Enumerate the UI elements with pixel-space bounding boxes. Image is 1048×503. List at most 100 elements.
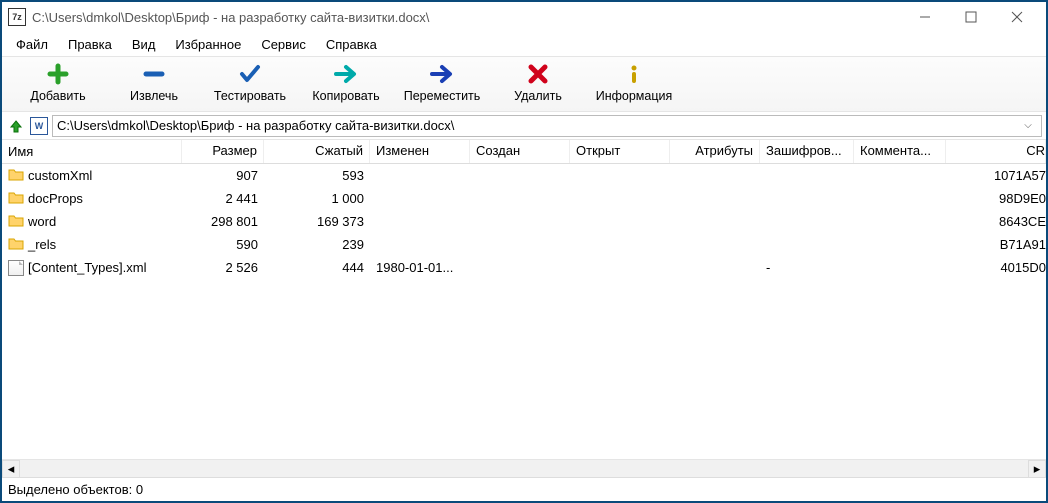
menu-правка[interactable]: Правка	[58, 34, 122, 55]
col-comment[interactable]: Коммента...	[854, 140, 946, 163]
col-packed[interactable]: Сжатый	[264, 140, 370, 163]
word-doc-icon: W	[30, 117, 48, 135]
file-rows: customXml907593 1071A57 docProps2 4411 000…	[2, 164, 1046, 459]
copy-button[interactable]: Копировать	[298, 61, 394, 105]
cell-attr	[670, 220, 760, 224]
table-row[interactable]: _rels590239 B71A91	[2, 233, 1046, 256]
tool-label: Извлечь	[130, 89, 178, 103]
cell-name: _rels	[2, 234, 182, 255]
status-text: Выделено объектов: 0	[8, 482, 143, 497]
cell-packed: 169 373	[264, 212, 370, 231]
cell-modified	[370, 197, 470, 201]
address-dropdown-icon[interactable]: ⌵	[1019, 120, 1037, 131]
table-row[interactable]: docProps2 4411 000 98D9E0	[2, 187, 1046, 210]
table-row[interactable]: [Content_Types].xml2 5264441980-01-01...…	[2, 256, 1046, 279]
table-row[interactable]: word298 801169 3738643CE	[2, 210, 1046, 233]
cell-encrypted: -	[760, 258, 854, 277]
cell-created	[470, 266, 570, 270]
cell-size: 298 801	[182, 212, 264, 231]
up-button[interactable]	[6, 116, 26, 136]
cell-created	[470, 243, 570, 247]
folder-icon	[8, 236, 24, 253]
cell-size: 2 526	[182, 258, 264, 277]
cell-size: 907	[182, 166, 264, 185]
col-crc[interactable]: CR	[946, 140, 1046, 163]
cell-packed: 593	[264, 166, 370, 185]
cell-name: word	[2, 211, 182, 232]
menu-справка[interactable]: Справка	[316, 34, 387, 55]
extract-button[interactable]: Извлечь	[106, 61, 202, 105]
cell-comment	[854, 220, 946, 224]
cell-attr	[670, 197, 760, 201]
col-accessed[interactable]: Открыт	[570, 140, 670, 163]
delete-button[interactable]: Удалить	[490, 61, 586, 105]
table-row[interactable]: customXml907593 1071A57	[2, 164, 1046, 187]
cell-modified	[370, 174, 470, 178]
col-size[interactable]: Размер	[182, 140, 264, 163]
cell-created	[470, 174, 570, 178]
close-button[interactable]	[994, 2, 1040, 32]
cell-modified: 1980-01-01...	[370, 258, 470, 277]
cell-name: customXml	[2, 165, 182, 186]
menu-сервис[interactable]: Сервис	[251, 34, 316, 55]
cell-crc: 98D9E0	[946, 189, 1046, 208]
test-button[interactable]: Тестировать	[202, 61, 298, 105]
cell-size: 2 441	[182, 189, 264, 208]
scroll-track[interactable]	[20, 460, 1028, 478]
cell-name: [Content_Types].xml	[2, 258, 182, 278]
cell-comment	[854, 174, 946, 178]
cell-comment	[854, 266, 946, 270]
move-button[interactable]: Переместить	[394, 61, 490, 105]
cell-packed: 1 000	[264, 189, 370, 208]
folder-icon	[8, 190, 24, 207]
col-name[interactable]: Имя	[2, 140, 182, 163]
cell-accessed	[570, 220, 670, 224]
cell-packed: 239	[264, 235, 370, 254]
menu-избранное[interactable]: Избранное	[165, 34, 251, 55]
info-button[interactable]: Информация	[586, 61, 682, 105]
cell-crc: 1071A57	[946, 166, 1046, 185]
title-bar: 7z C:\Users\dmkol\Desktop\Бриф - на разр…	[2, 2, 1046, 32]
tool-label: Информация	[596, 89, 673, 103]
column-headers: Имя Размер Сжатый Изменен Создан Открыт …	[2, 140, 1046, 164]
tool-label: Добавить	[30, 89, 85, 103]
x-icon	[526, 63, 550, 85]
add-button[interactable]: Добавить	[10, 61, 106, 105]
col-encrypted[interactable]: Зашифров...	[760, 140, 854, 163]
col-modified[interactable]: Изменен	[370, 140, 470, 163]
address-input[interactable]: C:\Users\dmkol\Desktop\Бриф - на разрабо…	[52, 115, 1042, 137]
cell-accessed	[570, 174, 670, 178]
address-text: C:\Users\dmkol\Desktop\Бриф - на разрабо…	[57, 118, 1019, 133]
scroll-right-icon[interactable]: ▸	[1028, 460, 1046, 478]
tool-label: Копировать	[312, 89, 379, 103]
cell-accessed	[570, 197, 670, 201]
cell-comment	[854, 197, 946, 201]
horizontal-scrollbar[interactable]: ◂ ▸	[2, 459, 1046, 477]
cell-encrypted	[760, 220, 854, 224]
cell-encrypted	[760, 174, 854, 178]
scroll-left-icon[interactable]: ◂	[2, 460, 20, 478]
minimize-button[interactable]	[902, 2, 948, 32]
toolbar: Добавить Извлечь Тестировать Копировать Пере…	[2, 56, 1046, 112]
status-bar: Выделено объектов: 0	[2, 477, 1046, 501]
cell-crc: B71A91	[946, 235, 1046, 254]
minus-icon	[142, 63, 166, 85]
cell-crc: 4015D0	[946, 258, 1046, 277]
cell-name: docProps	[2, 188, 182, 209]
col-attributes[interactable]: Атрибуты	[670, 140, 760, 163]
cell-accessed	[570, 243, 670, 247]
tool-label: Тестировать	[214, 89, 286, 103]
maximize-button[interactable]	[948, 2, 994, 32]
folder-icon	[8, 213, 24, 230]
tool-label: Удалить	[514, 89, 562, 103]
cell-created	[470, 197, 570, 201]
cell-size: 590	[182, 235, 264, 254]
info-icon	[622, 63, 646, 85]
cell-packed: 444	[264, 258, 370, 277]
address-bar: W C:\Users\dmkol\Desktop\Бриф - на разра…	[2, 112, 1046, 140]
menu-файл[interactable]: Файл	[6, 34, 58, 55]
cell-attr	[670, 243, 760, 247]
arrow-right-blue-icon	[430, 63, 454, 85]
col-created[interactable]: Создан	[470, 140, 570, 163]
menu-вид[interactable]: Вид	[122, 34, 166, 55]
